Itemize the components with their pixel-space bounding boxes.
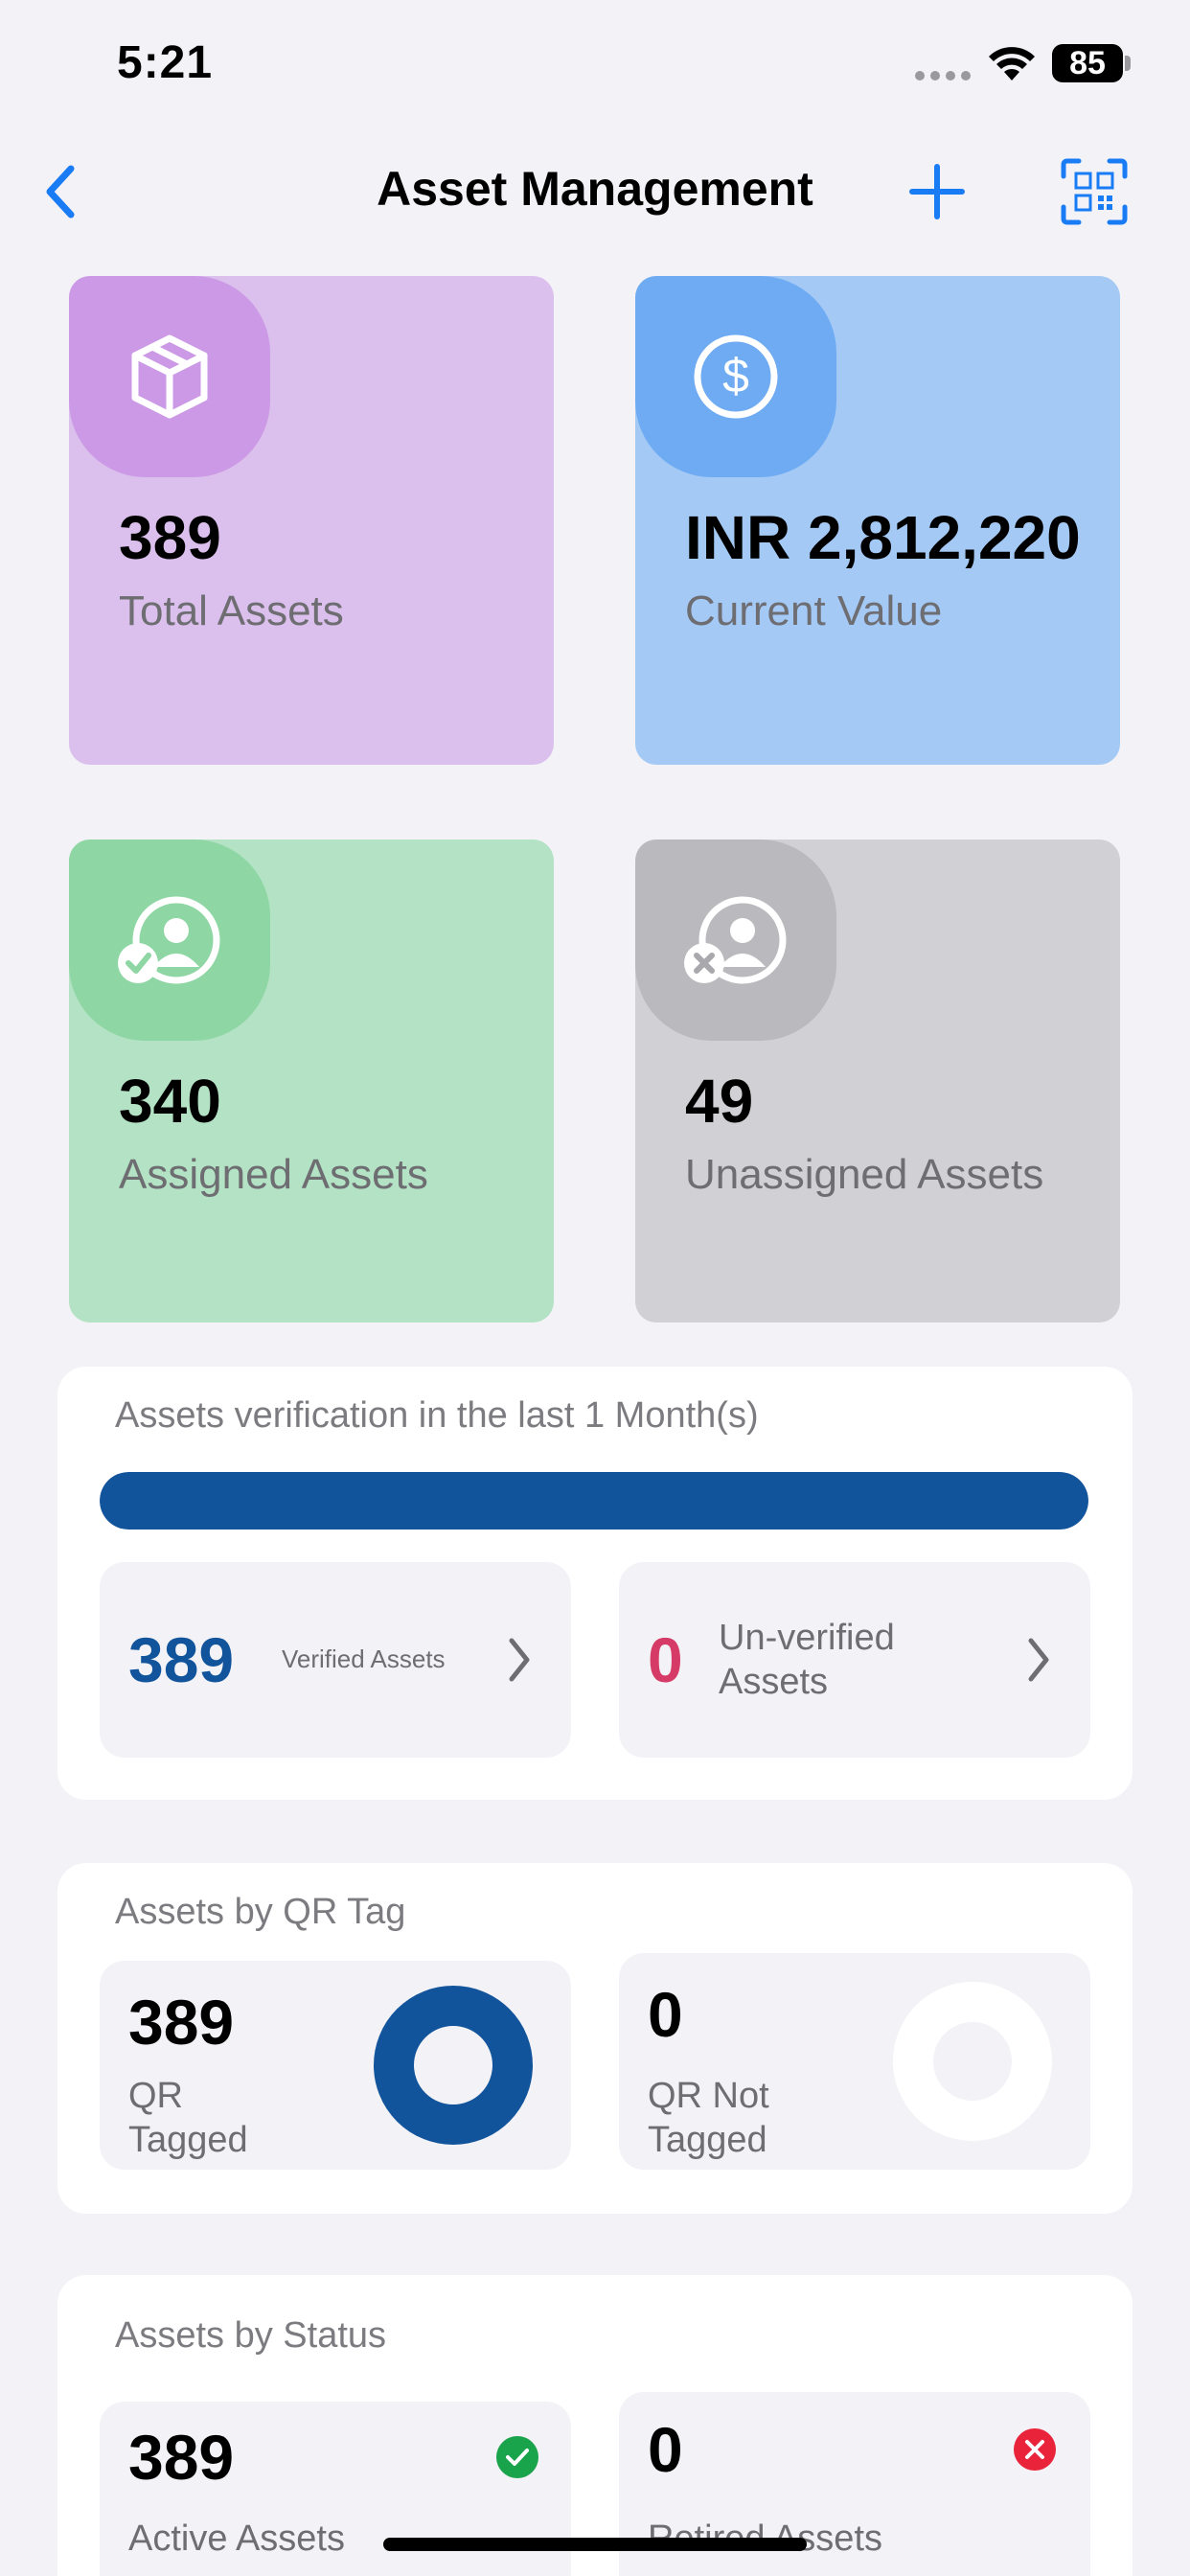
check-circle-icon [496,2436,538,2478]
verification-progress-fill [100,1472,1088,1530]
chevron-right-icon [1028,1638,1049,1682]
x-circle-icon [1014,2428,1056,2471]
home-indicator [383,2538,807,2551]
qr-tagged-value: 389 [128,1987,235,2058]
icon-bubble [69,840,270,1041]
icon-bubble: $ [635,276,836,477]
qr-tag-section: Assets by QR Tag 389 QR Tagged 0 QR Not … [57,1863,1133,2214]
svg-text:$: $ [722,349,749,402]
verified-assets-card[interactable]: 389 Verified Assets [100,1562,571,1758]
page-title: Asset Management [377,162,813,216]
assigned-assets-card[interactable]: 340 Assigned Assets [69,840,554,1322]
unverified-assets-label: Un-verified Assets [719,1618,895,1702]
current-value-value: INR 2,812,220 [685,503,1081,572]
qr-not-tagged-card[interactable]: 0 QR Not Tagged [619,1953,1090,2170]
box-icon [131,334,208,419]
user-check-icon [118,896,220,984]
status-title: Assets by Status [115,2315,387,2356]
verification-progress-bar [100,1472,1088,1530]
verified-assets-label: Verified Assets [282,1644,446,1673]
qr-not-tagged-donut [893,1982,1052,2141]
dollar-icon: $ [694,334,778,419]
icon-bubble [69,276,270,477]
chevron-right-icon [509,1638,530,1682]
total-assets-card[interactable]: 389 Total Assets [69,276,554,765]
active-assets-label: Active Assets [128,2518,345,2559]
assigned-assets-label: Assigned Assets [119,1151,428,1198]
verification-section: Assets verification in the last 1 Month(… [57,1367,1133,1800]
status-section: Assets by Status 389 Active Assets 0 Ret… [57,2275,1133,2576]
battery-icon: 85 [1052,44,1123,82]
status-time: 5:21 [117,37,214,88]
plus-icon[interactable] [901,155,973,228]
total-assets-label: Total Assets [119,587,344,634]
qr-scan-icon[interactable] [1060,157,1129,226]
icon-bubble [635,840,836,1041]
retired-assets-value: 0 [648,2414,683,2485]
qr-tag-title: Assets by QR Tag [115,1892,406,1932]
wifi-icon [989,47,1035,80]
user-x-icon [684,896,787,984]
assigned-assets-value: 340 [119,1067,221,1136]
status-bar: 5:21 85 [0,0,1190,134]
battery-tip [1125,56,1131,71]
verification-title: Assets verification in the last 1 Month(… [115,1395,759,1436]
current-value-label: Current Value [685,587,943,634]
unassigned-assets-label: Unassigned Assets [685,1151,1044,1198]
current-value-card[interactable]: $ INR 2,812,220 Current Value [635,276,1120,765]
qr-not-tagged-label: QR Not Tagged [648,2076,769,2160]
nav-bar: Asset Management [0,144,1190,240]
qr-tagged-label: QR Tagged [128,2076,248,2160]
cellular-signal-icon [915,71,971,80]
total-assets-value: 389 [119,503,221,572]
verified-assets-value: 389 [128,1624,235,1695]
unassigned-assets-card[interactable]: 49 Unassigned Assets [635,840,1120,1322]
unassigned-assets-value: 49 [685,1067,754,1136]
qr-tagged-card[interactable]: 389 QR Tagged [100,1961,571,2170]
qr-tagged-donut [374,1986,533,2145]
qr-not-tagged-value: 0 [648,1979,683,2050]
active-assets-value: 389 [128,2422,235,2493]
unverified-assets-value: 0 [648,1624,683,1695]
unverified-assets-card[interactable]: 0 Un-verified Assets [619,1562,1090,1758]
